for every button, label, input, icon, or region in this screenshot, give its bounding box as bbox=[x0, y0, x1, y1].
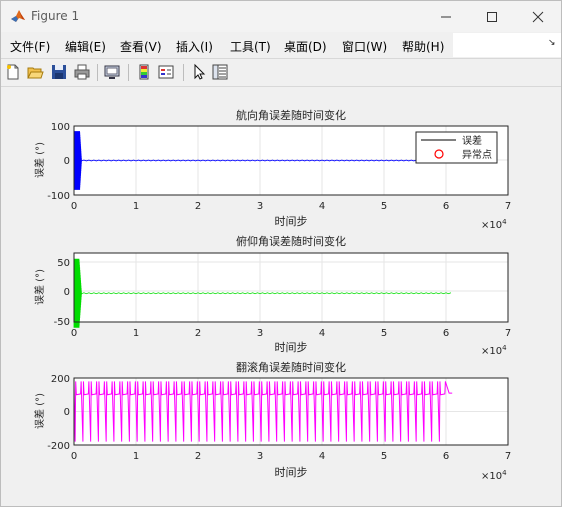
x-tick-label: 1 bbox=[133, 451, 139, 462]
title-bar[interactable]: Figure 1 bbox=[1, 1, 561, 32]
y-tick-label: -100 bbox=[47, 191, 70, 202]
subplot-pitch[interactable]: 50 0 -50 0 1 2 3 4 5 6 7 ×104 俯仰角误差随时间变化… bbox=[33, 234, 511, 357]
subplot-title: 俯仰角误差随时间变化 bbox=[236, 234, 346, 248]
y-tick-label: 0 bbox=[64, 407, 70, 418]
subplot-title: 航向角误差随时间变化 bbox=[236, 108, 346, 122]
x-axis-label: 时间步 bbox=[275, 215, 308, 228]
print-preview-icon[interactable] bbox=[103, 63, 121, 81]
maximize-icon bbox=[487, 11, 497, 22]
open-file-icon[interactable] bbox=[26, 63, 44, 81]
print-icon[interactable] bbox=[73, 63, 91, 81]
heading-steady-line bbox=[81, 159, 452, 162]
x-tick-label: 4 bbox=[319, 201, 325, 212]
edit-plot-pointer-icon[interactable] bbox=[190, 63, 208, 81]
x-tick-label: 7 bbox=[505, 451, 511, 462]
heading-initial-oscillation bbox=[73, 131, 82, 190]
menu-tools[interactable]: 工具(T) bbox=[230, 38, 271, 55]
y-tick-label: 200 bbox=[51, 374, 70, 385]
menu-desktop[interactable]: 桌面(D) bbox=[284, 38, 327, 55]
legend-entry-anomaly: 异常点 bbox=[462, 148, 492, 161]
save-icon[interactable] bbox=[50, 63, 68, 81]
minimize-icon bbox=[441, 16, 451, 17]
plots-svg: 100 0 -100 0 1 2 3 4 5 6 7 ×104 航向角误差随时间… bbox=[33, 108, 511, 482]
maximize-button[interactable] bbox=[469, 1, 515, 32]
insert-colorbar-icon[interactable] bbox=[135, 63, 153, 81]
x-axis-label: 时间步 bbox=[275, 466, 308, 479]
x-tick-label: 4 bbox=[319, 328, 325, 339]
menu-edit[interactable]: 编辑(E) bbox=[65, 38, 106, 55]
menu-expand-arrow-icon[interactable]: ↘ bbox=[548, 38, 556, 48]
y-tick-label: 0 bbox=[64, 287, 70, 298]
subplot-title: 翻滚角误差随时间变化 bbox=[236, 360, 346, 374]
x-tick-label: 7 bbox=[505, 328, 511, 339]
x-tick-label: 2 bbox=[195, 451, 201, 462]
x-tick-label: 2 bbox=[195, 201, 201, 212]
x-tick-label: 3 bbox=[257, 451, 263, 462]
window-title: Figure 1 bbox=[31, 9, 80, 23]
toolbar bbox=[1, 58, 561, 87]
x-tick-label: 1 bbox=[133, 328, 139, 339]
x-tick-label: 6 bbox=[443, 201, 449, 212]
menu-window[interactable]: 窗口(W) bbox=[342, 38, 387, 55]
x-exponent-label: ×104 bbox=[481, 218, 507, 231]
x-tick-label: 5 bbox=[381, 328, 387, 339]
menu-file[interactable]: 文件(F) bbox=[10, 38, 50, 55]
subplot-roll[interactable]: 200 0 -200 0 1 2 3 4 5 6 7 ×104 翻滚角误差随时间… bbox=[33, 360, 511, 482]
y-tick-label: 0 bbox=[64, 156, 70, 167]
y-tick-label: -50 bbox=[54, 317, 70, 328]
x-tick-label: 3 bbox=[257, 328, 263, 339]
x-tick-label: 6 bbox=[443, 328, 449, 339]
axes-background bbox=[74, 253, 508, 322]
close-button[interactable] bbox=[515, 1, 561, 32]
y-tick-label: 100 bbox=[51, 122, 70, 133]
x-tick-label: 1 bbox=[133, 201, 139, 212]
x-tick-label: 0 bbox=[71, 328, 77, 339]
y-axis-label: 误差 (°) bbox=[33, 142, 46, 178]
menu-insert[interactable]: 插入(I) bbox=[176, 38, 213, 55]
subplot-heading[interactable]: 100 0 -100 0 1 2 3 4 5 6 7 ×104 航向角误差随时间… bbox=[33, 108, 511, 231]
y-axis-label: 误差 (°) bbox=[33, 269, 46, 305]
x-tick-label: 5 bbox=[381, 451, 387, 462]
x-tick-label: 5 bbox=[381, 201, 387, 212]
x-tick-label: 6 bbox=[443, 451, 449, 462]
x-tick-label: 7 bbox=[505, 201, 511, 212]
x-exponent-label: ×104 bbox=[481, 344, 507, 357]
insert-legend-icon[interactable] bbox=[157, 63, 175, 81]
x-tick-label: 3 bbox=[257, 201, 263, 212]
x-tick-label: 4 bbox=[319, 451, 325, 462]
figure-window: Figure 1 文件(F) 编辑(E) 查看(V) 插入(I) 工具(T) 桌… bbox=[0, 0, 562, 507]
menu-bar: 文件(F) 编辑(E) 查看(V) 插入(I) 工具(T) 桌面(D) 窗口(W… bbox=[1, 33, 561, 57]
legend-entry-error: 误差 bbox=[462, 134, 482, 147]
menu-view[interactable]: 查看(V) bbox=[120, 38, 162, 55]
close-icon bbox=[532, 11, 544, 22]
legend[interactable]: 误差 异常点 bbox=[415, 131, 498, 164]
x-tick-label: 0 bbox=[71, 201, 77, 212]
x-exponent-label: ×104 bbox=[481, 469, 507, 482]
x-tick-label: 0 bbox=[71, 451, 77, 462]
new-figure-icon[interactable] bbox=[4, 63, 22, 81]
figure-canvas: 100 0 -100 0 1 2 3 4 5 6 7 ×104 航向角误差随时间… bbox=[1, 87, 561, 506]
y-axis-label: 误差 (°) bbox=[33, 393, 46, 429]
property-inspector-icon[interactable] bbox=[211, 63, 229, 81]
y-tick-label: -200 bbox=[47, 441, 70, 452]
matlab-logo-icon bbox=[10, 8, 26, 24]
menu-help[interactable]: 帮助(H) bbox=[402, 38, 444, 55]
y-tick-label: 50 bbox=[57, 258, 70, 269]
x-tick-label: 2 bbox=[195, 328, 201, 339]
x-axis-label: 时间步 bbox=[275, 341, 308, 354]
minimize-button[interactable] bbox=[423, 1, 469, 32]
